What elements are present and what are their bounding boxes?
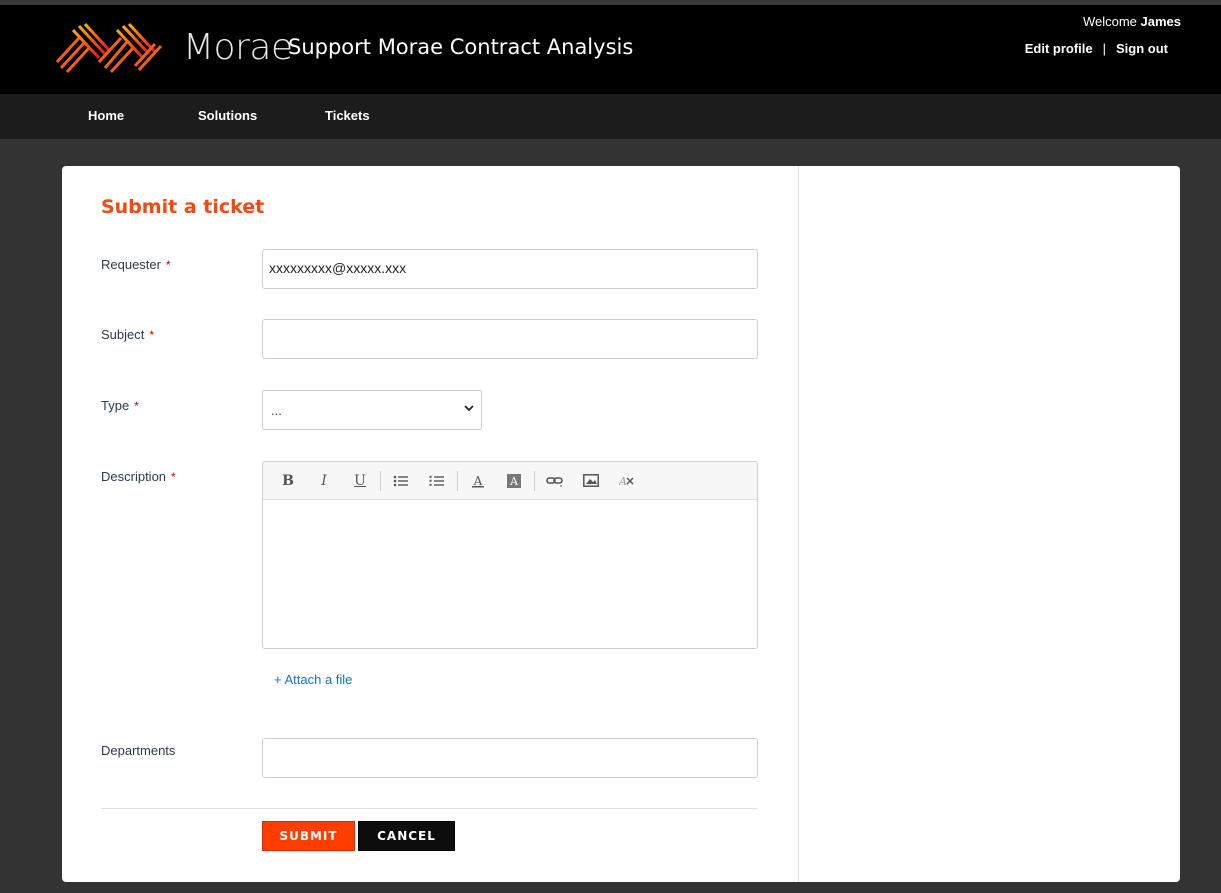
required-mark: * [134, 399, 139, 413]
edit-profile-link[interactable]: Edit profile [1025, 41, 1093, 56]
image-icon[interactable] [573, 466, 609, 496]
svg-text:A: A [509, 475, 519, 488]
subject-label-text: Subject [101, 327, 145, 342]
form-divider [101, 808, 758, 809]
chevron-down-icon [464, 405, 474, 412]
column-divider [798, 166, 799, 882]
description-label-text: Description [101, 469, 167, 484]
nav-solutions[interactable]: Solutions [198, 108, 257, 123]
required-mark: * [165, 258, 171, 272]
attach-file-link[interactable]: + Attach a file [274, 672, 352, 687]
page-title: Submit a ticket [101, 196, 265, 218]
site-header: Morae Support Morae Contract Analysis We… [0, 5, 1221, 94]
user-name: James [1140, 14, 1181, 29]
editor-toolbar: B I U A A A [263, 462, 757, 500]
subject-label: Subject * [101, 327, 154, 342]
subject-field[interactable] [262, 319, 758, 359]
type-select[interactable]: ... [262, 390, 482, 430]
highlight-color-icon[interactable]: A [496, 466, 532, 496]
submit-button[interactable]: SUBMIT [262, 821, 355, 851]
ticket-card: Submit a ticket Requester * xxxxxxxxx@xxx… [62, 166, 1180, 882]
nav-tickets[interactable]: Tickets [325, 108, 370, 123]
link-icon[interactable] [537, 466, 573, 496]
account-links: Edit profile | Sign out [1025, 41, 1168, 56]
bullet-list-icon[interactable] [383, 466, 419, 496]
cancel-button[interactable]: CANCEL [358, 821, 455, 851]
welcome-prefix: Welcome [1082, 14, 1137, 29]
requester-label-text: Requester [101, 257, 161, 272]
type-select-value: ... [271, 403, 282, 418]
required-mark: * [149, 328, 155, 342]
required-mark: * [171, 470, 176, 484]
numbered-list-icon[interactable] [419, 466, 455, 496]
nav-home[interactable]: Home [88, 108, 124, 123]
link-separator: | [1102, 41, 1106, 56]
font-color-icon[interactable]: A [460, 466, 496, 496]
brand-name: Morae [183, 27, 293, 68]
underline-icon[interactable]: U [342, 466, 378, 496]
toolbar-divider [457, 470, 458, 491]
requester-label: Requester * [101, 257, 171, 272]
morae-logo [55, 22, 163, 74]
departments-label: Departments [101, 743, 176, 758]
description-label: Description * [101, 469, 176, 484]
svg-text:A: A [619, 475, 627, 487]
italic-icon[interactable]: I [306, 466, 342, 496]
departments-field[interactable] [262, 738, 758, 778]
description-editor: B I U A A A [262, 461, 758, 649]
toolbar-divider [534, 470, 535, 491]
type-label-text: Type [101, 398, 130, 413]
type-label: Type * [101, 398, 139, 413]
description-textarea[interactable] [263, 500, 757, 648]
bold-icon[interactable]: B [270, 466, 306, 496]
sign-out-link[interactable]: Sign out [1116, 41, 1168, 56]
main-nav: Home Solutions Tickets [0, 94, 1221, 139]
requester-field[interactable]: xxxxxxxxx@xxxxx.xxx [262, 249, 758, 289]
toolbar-divider [380, 470, 381, 491]
svg-text:A: A [473, 474, 483, 488]
welcome-message: Welcome James [1083, 14, 1181, 29]
site-subtitle: Support Morae Contract Analysis [288, 35, 634, 59]
clear-format-icon[interactable]: A [609, 466, 645, 496]
